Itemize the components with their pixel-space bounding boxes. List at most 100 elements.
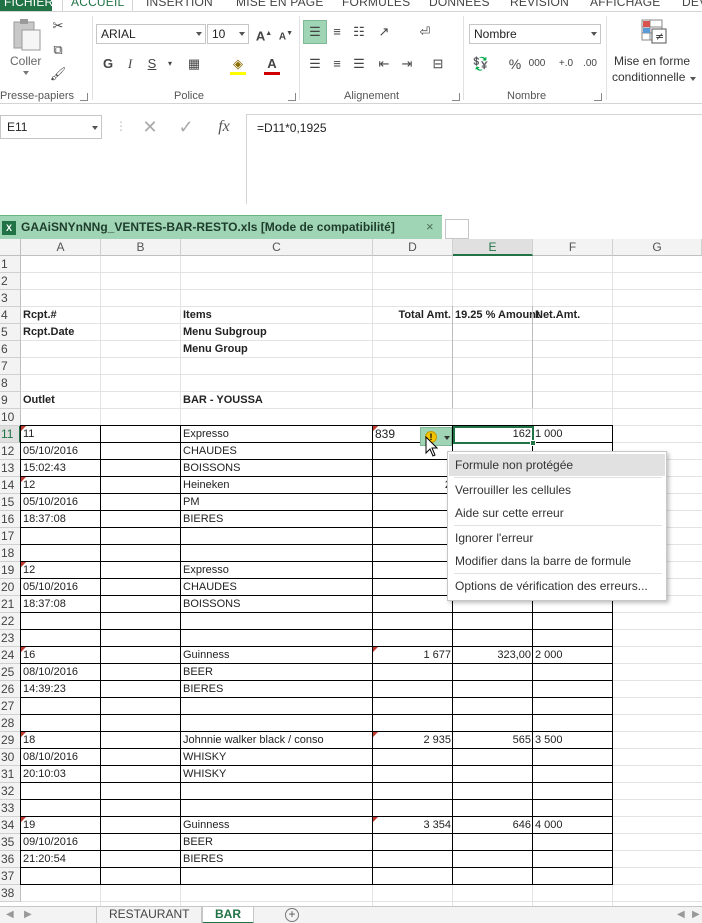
cell-c19[interactable]: Expresso xyxy=(181,562,373,579)
decrease-indent-icon[interactable]: ⇤ xyxy=(374,54,394,74)
cell-a26[interactable]: 14:39:23 xyxy=(21,681,101,698)
cell-a19[interactable]: 12 xyxy=(21,562,101,579)
cell-a5[interactable]: Rcpt.Date xyxy=(21,324,101,341)
cell-e24[interactable]: 323,00 xyxy=(453,647,533,664)
cell-d19[interactable] xyxy=(373,562,453,579)
cell-a9[interactable]: Outlet xyxy=(21,392,101,409)
borders-icon[interactable]: ▦ xyxy=(184,54,204,74)
row-header-28[interactable]: 28 xyxy=(0,715,21,732)
cell-f24[interactable]: 2 000 xyxy=(533,647,613,664)
cell-c20[interactable]: CHAUDES xyxy=(181,579,373,596)
cell-a20[interactable]: 05/10/2016 xyxy=(21,579,101,596)
align-middle-icon[interactable]: ≡ xyxy=(327,22,347,42)
cell-d24[interactable]: 1 677 xyxy=(373,647,453,664)
row-header-7[interactable]: 7 xyxy=(0,358,21,375)
row-header-20[interactable]: 20 xyxy=(0,579,21,596)
cell-c35[interactable]: BEER xyxy=(181,834,373,851)
row-header-12[interactable]: 12 xyxy=(0,443,21,460)
cell-a31[interactable]: 20:10:03 xyxy=(21,766,101,783)
row-header-1[interactable]: 1 xyxy=(0,256,21,273)
add-sheet-button[interactable]: + xyxy=(285,908,299,922)
tab-view[interactable]: AFFICHAGE xyxy=(590,0,660,9)
row-header-14[interactable]: 14 xyxy=(0,477,21,494)
row-header-24[interactable]: 24 xyxy=(0,647,21,664)
copy-icon[interactable]: ⧉ xyxy=(48,40,68,60)
cell-e4[interactable]: 19.25 % Amount xyxy=(453,307,540,324)
row-header-2[interactable]: 2 xyxy=(0,273,21,290)
cell-a11[interactable]: 11 xyxy=(21,426,101,443)
wrap-text-icon[interactable]: ⏎ xyxy=(415,22,435,42)
cell-a35[interactable]: 09/10/2016 xyxy=(21,834,101,851)
menu-item-edit-formula-bar[interactable]: Modifier dans la barre de formule xyxy=(449,550,665,572)
new-window-tab[interactable] xyxy=(445,219,469,239)
cell-a13[interactable]: 15:02:43 xyxy=(21,460,101,477)
row-header-26[interactable]: 26 xyxy=(0,681,21,698)
cell-c9[interactable]: BAR - YOUSSA xyxy=(181,392,373,409)
cell-a29[interactable]: 18 xyxy=(21,732,101,749)
cell-e29[interactable]: 565 xyxy=(453,732,533,749)
formula-input[interactable]: =D11*0,1925 xyxy=(246,114,702,204)
row-header-18[interactable]: 18 xyxy=(0,545,21,562)
cell-c12[interactable]: CHAUDES xyxy=(181,443,373,460)
cell-f4[interactable]: Net.Amt. xyxy=(533,307,613,324)
cell-c6[interactable]: Menu Group xyxy=(181,341,373,358)
cell-a16[interactable]: 18:37:08 xyxy=(21,511,101,528)
tab-developer[interactable]: DÉV xyxy=(682,0,702,9)
font-family-select[interactable]: ARIAL xyxy=(96,24,206,44)
row-header-38[interactable]: 38 xyxy=(0,885,21,902)
row-header-32[interactable]: 32 xyxy=(0,783,21,800)
row-header-16[interactable]: 16 xyxy=(0,511,21,528)
selected-cell-e11[interactable] xyxy=(453,426,534,444)
number-format-select[interactable]: Nombre xyxy=(469,24,601,44)
tab-data[interactable]: DONNÉES xyxy=(429,0,490,9)
row-header-11[interactable]: 11 xyxy=(0,426,21,443)
cell-a14[interactable]: 12 xyxy=(21,477,101,494)
cell-e34[interactable]: 646 xyxy=(453,817,533,834)
row-header-31[interactable]: 31 xyxy=(0,766,21,783)
tab-insert[interactable]: INSERTION xyxy=(146,0,213,9)
decrease-decimal-icon[interactable]: .00 xyxy=(580,54,600,74)
conditional-formatting-button[interactable]: ≠ Mise en forme conditionnelle xyxy=(610,16,700,90)
cell-d14[interactable]: 2 xyxy=(373,477,453,494)
align-bottom-icon[interactable]: ☷ xyxy=(349,22,369,42)
menu-item-ignore-error[interactable]: Ignorer l'erreur xyxy=(449,527,665,549)
column-header-c[interactable]: C xyxy=(181,239,373,256)
row-header-36[interactable]: 36 xyxy=(0,851,21,868)
cell-c34[interactable]: Guinness xyxy=(181,817,373,834)
cell-d4[interactable]: Total Amt. xyxy=(373,307,453,324)
tab-file[interactable]: FICHIER xyxy=(0,0,53,11)
cell-a34[interactable]: 19 xyxy=(21,817,101,834)
font-color-button[interactable]: A xyxy=(262,54,282,74)
cut-icon[interactable]: ✂ xyxy=(48,16,68,36)
column-header-f[interactable]: F xyxy=(533,239,613,256)
insert-function-icon[interactable]: fx xyxy=(214,117,234,137)
cell-d34[interactable]: 3 354 xyxy=(373,817,453,834)
cancel-entry-icon[interactable]: ✕ xyxy=(140,117,160,137)
cell-f29[interactable]: 3 500 xyxy=(533,732,613,749)
decrease-font-icon[interactable]: A▼ xyxy=(276,24,296,44)
increase-indent-icon[interactable]: ⇥ xyxy=(397,54,417,74)
cell-c26[interactable]: BIERES xyxy=(181,681,373,698)
menu-item-error-checking-options[interactable]: Options de vérification des erreurs... xyxy=(449,575,665,597)
row-header-22[interactable]: 22 xyxy=(0,613,21,630)
font-launcher-icon[interactable] xyxy=(288,93,296,101)
column-header-e[interactable]: E xyxy=(453,239,533,256)
cell-c11[interactable]: Expresso xyxy=(181,426,373,443)
row-header-30[interactable]: 30 xyxy=(0,749,21,766)
row-header-33[interactable]: 33 xyxy=(0,800,21,817)
fill-color-icon[interactable]: ◈ xyxy=(228,54,248,74)
row-header-21[interactable]: 21 xyxy=(0,596,21,613)
accounting-format-icon[interactable]: 💱 xyxy=(471,54,491,74)
align-center-icon[interactable]: ≡ xyxy=(327,54,347,74)
cell-a25[interactable]: 08/10/2016 xyxy=(21,664,101,681)
row-header-8[interactable]: 8 xyxy=(0,375,21,392)
cell-c5[interactable]: Menu Subgroup xyxy=(181,324,373,341)
cell-f11[interactable]: 1 000 xyxy=(533,426,613,443)
italic-button[interactable]: I xyxy=(120,54,140,74)
tab-page-layout[interactable]: MISE EN PAGE xyxy=(236,0,324,9)
cell-f34[interactable]: 4 000 xyxy=(533,817,613,834)
row-header-6[interactable]: 6 xyxy=(0,341,21,358)
row-header-10[interactable]: 10 xyxy=(0,409,21,426)
align-right-icon[interactable]: ☰ xyxy=(349,54,369,74)
cell-a30[interactable]: 08/10/2016 xyxy=(21,749,101,766)
